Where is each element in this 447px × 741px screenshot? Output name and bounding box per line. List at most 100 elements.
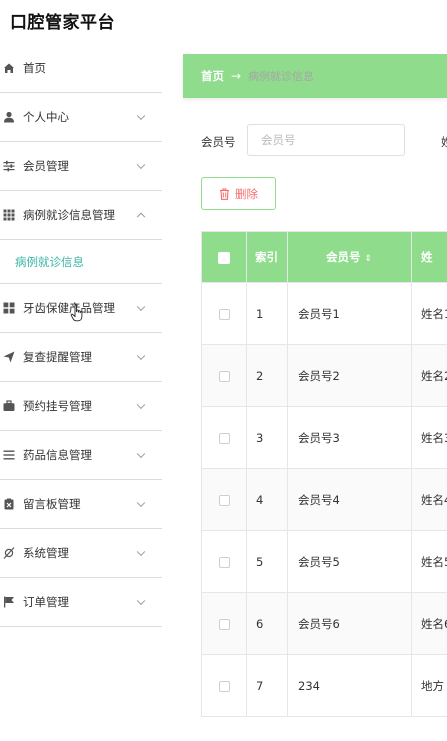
- cell-member: 234: [287, 654, 412, 717]
- table-row[interactable]: 6 会员号6 姓名6: [201, 592, 447, 655]
- column-header-member[interactable]: 会员号 ⇕: [287, 231, 412, 283]
- user-icon: [3, 111, 15, 123]
- send-icon: [3, 351, 15, 363]
- sidebar-item-label: 首页: [23, 61, 46, 75]
- sidebar-item-label: 病例就诊信息管理: [23, 208, 115, 222]
- cell-member: 会员号4: [287, 468, 412, 531]
- chevron-down-icon: [136, 302, 146, 312]
- list-icon: [3, 449, 15, 461]
- cell-index: 4: [246, 468, 288, 531]
- name-label: 姓: [441, 135, 447, 149]
- select-all-header[interactable]: [201, 231, 247, 283]
- row-checkbox[interactable]: [218, 308, 230, 320]
- app-title: 口腔管家平台: [10, 13, 115, 33]
- sidebar-item-system-management[interactable]: 系统管理: [0, 529, 162, 578]
- apps-icon: [3, 302, 15, 314]
- chevron-down-icon: [136, 498, 146, 508]
- sidebar-item-label: 预约挂号管理: [23, 399, 92, 413]
- sliders-icon: [3, 160, 15, 172]
- sidebar-item-recheck-reminder[interactable]: 复查提醒管理: [0, 333, 162, 382]
- settings-slash-icon: [3, 547, 15, 559]
- cell-name: 姓名3: [411, 406, 447, 469]
- cell-name: 地方: [411, 654, 447, 717]
- sidebar-item-label: 会员管理: [23, 159, 69, 173]
- table-row[interactable]: 4 会员号4 姓名4: [201, 468, 447, 531]
- cell-index: 6: [246, 592, 288, 655]
- data-table: 索引 会员号⇕ 姓 1 会员号1 姓名1 2 会员号2 姓名2 3 会员号3: [201, 231, 447, 717]
- flag-icon: [3, 596, 15, 608]
- sidebar: 首页 个人中心 会员管理 病例就诊信息管理 病例就诊信息 牙齿保健产品管理 复查…: [0, 44, 162, 741]
- chevron-down-icon: [136, 449, 146, 459]
- cell-name: 姓名6: [411, 592, 447, 655]
- cell-index: 7: [246, 654, 288, 717]
- table-row[interactable]: 5 会员号5 姓名5: [201, 530, 447, 593]
- briefcase-icon: [3, 400, 15, 412]
- chevron-down-icon: [136, 547, 146, 557]
- chevron-down-icon: [136, 111, 146, 121]
- sidebar-item-case-management[interactable]: 病例就诊信息管理: [0, 191, 162, 240]
- sidebar-item-home[interactable]: 首页: [0, 44, 162, 93]
- cell-member: 会员号1: [287, 282, 412, 345]
- select-all-checkbox[interactable]: [218, 251, 230, 264]
- cell-member: 会员号3: [287, 406, 412, 469]
- sidebar-item-label: 系统管理: [23, 546, 69, 560]
- sidebar-item-label: 复查提醒管理: [23, 350, 92, 364]
- breadcrumb-home[interactable]: 首页: [201, 68, 224, 84]
- cell-name: 姓名5: [411, 530, 447, 593]
- sidebar-subitem-case-info[interactable]: 病例就诊信息: [0, 240, 162, 284]
- row-checkbox[interactable]: [218, 556, 230, 568]
- cell-name: 姓名1: [411, 282, 447, 345]
- chevron-down-icon: [136, 351, 146, 361]
- cell-index: 3: [246, 406, 288, 469]
- row-checkbox[interactable]: [218, 680, 230, 692]
- chevron-up-icon: [136, 212, 146, 222]
- chevron-down-icon: [136, 596, 146, 606]
- member-number-input[interactable]: [247, 124, 405, 156]
- trash-icon: [220, 187, 229, 200]
- sidebar-item-order-management[interactable]: 订单管理: [0, 578, 162, 627]
- breadcrumb: 首页 → 病例就诊信息: [183, 54, 447, 98]
- sidebar-item-message-board[interactable]: 留言板管理: [0, 480, 162, 529]
- chevron-down-icon: [136, 400, 146, 410]
- row-checkbox[interactable]: [218, 494, 230, 506]
- sort-icon[interactable]: ⇕: [364, 254, 372, 264]
- column-header-index: 索引: [246, 231, 288, 283]
- cell-name: 姓名2: [411, 344, 447, 407]
- breadcrumb-current: 病例就诊信息: [248, 70, 315, 83]
- table-row[interactable]: 3 会员号3 姓名3: [201, 406, 447, 469]
- row-checkbox[interactable]: [218, 370, 230, 382]
- table-row[interactable]: 1 会员号1 姓名1: [201, 282, 447, 345]
- grid-icon: [3, 209, 15, 221]
- sidebar-item-dental-products[interactable]: 牙齿保健产品管理: [0, 284, 162, 333]
- sidebar-item-personal-center[interactable]: 个人中心: [0, 93, 162, 142]
- sidebar-item-label: 牙齿保健产品管理: [23, 301, 115, 315]
- cell-member: 会员号6: [287, 592, 412, 655]
- table-row[interactable]: 7 234 地方: [201, 654, 447, 717]
- cell-member: 会员号5: [287, 530, 412, 593]
- chevron-down-icon: [136, 160, 146, 170]
- delete-button[interactable]: 删除: [201, 177, 276, 210]
- clipboard-icon: [3, 498, 15, 510]
- table-row[interactable]: 2 会员号2 姓名2: [201, 344, 447, 407]
- table-header-row: 索引 会员号 ⇕ 姓: [201, 231, 447, 283]
- row-checkbox[interactable]: [218, 432, 230, 444]
- sidebar-item-label: 个人中心: [23, 110, 69, 124]
- delete-button-label: 删除: [235, 186, 258, 201]
- row-checkbox[interactable]: [218, 618, 230, 630]
- sidebar-item-appointment[interactable]: 预约挂号管理: [0, 382, 162, 431]
- home-icon: [3, 62, 15, 74]
- sidebar-item-label: 药品信息管理: [23, 448, 92, 462]
- column-header-name: 姓: [411, 231, 447, 283]
- sidebar-item-medicine-info[interactable]: 药品信息管理: [0, 431, 162, 480]
- breadcrumb-separator: →: [231, 69, 242, 83]
- top-bar: 口腔管家平台: [0, 0, 447, 44]
- main-content: 首页 → 病例就诊信息 会员号 姓 删除 索引 会员号⇕ 姓 1 会: [183, 44, 447, 741]
- cell-name: 姓名4: [411, 468, 447, 531]
- member-number-label: 会员号: [201, 135, 236, 149]
- cell-index: 5: [246, 530, 288, 593]
- sidebar-item-label: 留言板管理: [23, 497, 81, 511]
- sidebar-item-member-management[interactable]: 会员管理: [0, 142, 162, 191]
- cell-index: 2: [246, 344, 288, 407]
- column-header-member-label: 会员号: [325, 250, 361, 264]
- sidebar-item-label: 订单管理: [23, 595, 69, 609]
